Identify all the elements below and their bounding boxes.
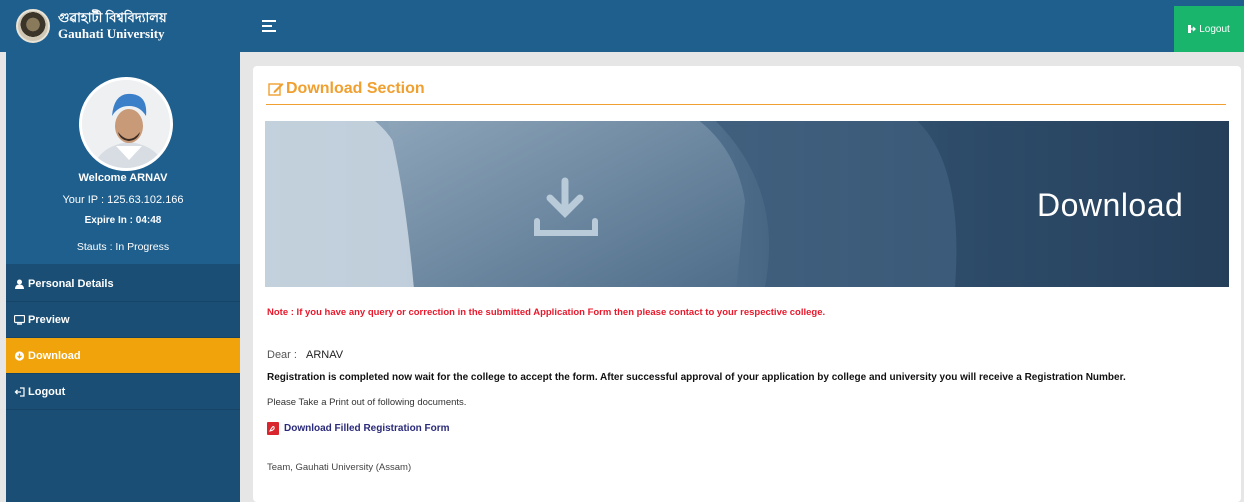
sidebar-item-label: Download bbox=[28, 349, 81, 362]
registration-message: Registration is completed now wait for t… bbox=[267, 372, 1126, 383]
avatar bbox=[79, 77, 173, 171]
application-status-text: Stauts : In Progress bbox=[76, 241, 170, 253]
signature-text: Team, Gauhati University (Assam) bbox=[267, 462, 412, 473]
download-banner-image: Download bbox=[265, 121, 1229, 287]
sign-out-icon bbox=[1188, 25, 1197, 33]
welcome-text: Welcome ARNAV bbox=[78, 172, 168, 184]
sign-out-icon bbox=[14, 386, 25, 397]
sidebar-item-personal-details[interactable]: Personal Details bbox=[6, 266, 240, 302]
banner-download-text: Download bbox=[1037, 187, 1184, 223]
title-divider bbox=[266, 104, 1226, 105]
sidebar-item-preview[interactable]: Preview bbox=[6, 302, 240, 338]
profile-panel: Welcome ARNAV Your IP : 125.63.102.166 E… bbox=[6, 52, 240, 264]
menu-toggle-icon[interactable] bbox=[262, 18, 276, 34]
sidebar-item-label: Preview bbox=[28, 313, 70, 326]
query-note: Note : If you have any query or correcti… bbox=[267, 307, 826, 318]
monitor-icon bbox=[14, 314, 25, 325]
sidebar-item-logout[interactable]: Logout bbox=[6, 374, 240, 410]
download-registration-form-link[interactable]: Download Filled Registration Form bbox=[267, 422, 450, 435]
sidebar-item-label: Personal Details bbox=[28, 277, 114, 290]
download-section-card: Download Section Download Note: If you … bbox=[253, 66, 1241, 502]
sidebar-item-download[interactable]: Download bbox=[6, 338, 240, 374]
cloud-download-icon bbox=[14, 350, 25, 361]
pdf-file-icon bbox=[267, 422, 279, 435]
section-title: Download Section bbox=[268, 80, 425, 98]
dear-label: Dear : bbox=[267, 349, 297, 361]
sidebar: Welcome ARNAV Your IP : 125.63.102.166 E… bbox=[6, 52, 240, 502]
university-brand: গুৱাহাটী বিশ্ববিদ্যালয় Gauhati Universi… bbox=[6, 0, 242, 52]
brand-name-assamese: গুৱাহাটী বিশ্ববিদ্যালয় bbox=[58, 10, 167, 25]
sidebar-item-label: Logout bbox=[28, 385, 66, 398]
user-icon bbox=[15, 279, 24, 289]
applicant-name: ARNAV bbox=[306, 349, 344, 361]
university-seal-logo bbox=[16, 9, 50, 43]
brand-name-english: Gauhati University bbox=[58, 26, 165, 41]
section-title-text: Download Section bbox=[286, 80, 425, 97]
edit-icon bbox=[268, 83, 284, 96]
session-expiry-text: Expire In : 04:48 bbox=[84, 215, 162, 226]
download-link-label: Download Filled Registration Form bbox=[284, 423, 450, 434]
logout-button[interactable]: Logout bbox=[1174, 6, 1244, 52]
ip-address-text: Your IP : 125.63.102.166 bbox=[62, 194, 184, 206]
logout-button-label: Logout bbox=[1199, 23, 1230, 35]
top-navbar: গুৱাহাটী বিশ্ববিদ্যালয় Gauhati Universi… bbox=[0, 0, 1244, 52]
print-instruction: Please Take a Print out of following doc… bbox=[267, 397, 467, 408]
greeting: Dear : ARNAV bbox=[267, 349, 343, 361]
